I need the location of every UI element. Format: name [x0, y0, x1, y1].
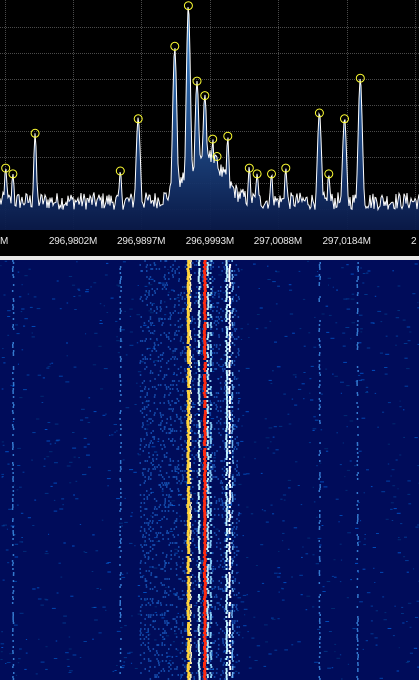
peak-markers [1, 1, 365, 179]
waterfall-display[interactable] [0, 260, 419, 680]
freq-tick-label: 296,9897M [116, 236, 166, 247]
freq-tick-label: 296,9802M [48, 236, 98, 247]
freq-tick-label: 297,0184M [322, 236, 371, 247]
waterfall-signals [11, 260, 359, 680]
freq-tick-label: 297,0088M [253, 236, 303, 247]
freq-tick-label: M [0, 236, 9, 247]
spectrum-display[interactable] [0, 0, 419, 232]
frequency-axis: M 296,9802M 296,9897M 296,9993M 297,0088M 297… [0, 232, 419, 256]
freq-tick-label: 296,9993M [185, 236, 234, 247]
waterfall-plot [0, 260, 419, 680]
spectrum-plot [0, 0, 419, 230]
freq-tick-label: 2 [411, 236, 417, 247]
